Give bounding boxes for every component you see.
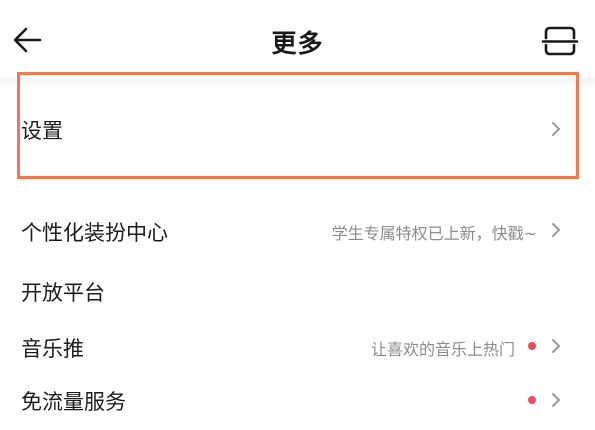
personalization-label: 个性化装扮中心 bbox=[21, 221, 168, 245]
list-item-open-platform[interactable]: 开放平台 bbox=[0, 262, 595, 318]
settings-label: 设置 bbox=[21, 119, 63, 143]
music-push-subtitle: 让喜欢的音乐上热门 bbox=[370, 340, 515, 359]
list-item-music-push[interactable]: 音乐推 让喜欢的音乐上热门 bbox=[0, 318, 595, 374]
chevron-right-icon bbox=[552, 339, 560, 353]
notification-dot bbox=[528, 342, 536, 350]
chevron-right-icon bbox=[552, 393, 560, 407]
open-platform-label: 开放平台 bbox=[21, 281, 105, 305]
page-title: 更多 bbox=[271, 29, 324, 58]
top-bar: 更多 bbox=[0, 0, 595, 88]
list-item-settings[interactable]: 设置 bbox=[0, 78, 595, 180]
scan-icon bbox=[541, 26, 579, 56]
list-item-free-data[interactable]: 免流量服务 bbox=[0, 374, 595, 430]
free-data-label: 免流量服务 bbox=[21, 390, 126, 414]
chevron-right-icon bbox=[552, 223, 560, 237]
list-item-personalization[interactable]: 个性化装扮中心 学生专属特权已上新，快戳~ bbox=[0, 200, 595, 260]
notification-dot bbox=[528, 396, 536, 404]
chevron-right-icon bbox=[552, 122, 560, 136]
music-push-label: 音乐推 bbox=[21, 337, 84, 361]
scan-button[interactable] bbox=[541, 24, 579, 58]
personalization-subtitle: 学生专属特权已上新，快戳~ bbox=[331, 224, 537, 243]
